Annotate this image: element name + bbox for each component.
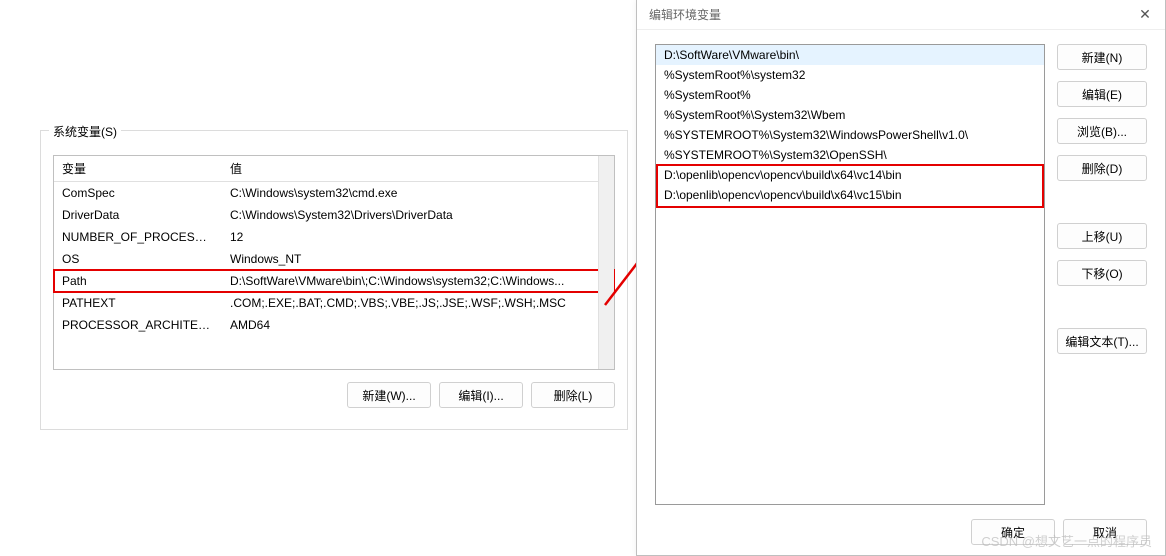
- table-row[interactable]: PATHEXT.COM;.EXE;.BAT;.CMD;.VBS;.VBE;.JS…: [54, 292, 614, 314]
- cell-value: C:\Windows\System32\Drivers\DriverData: [222, 206, 614, 224]
- list-item[interactable]: D:\openlib\opencv\opencv\build\x64\vc14\…: [656, 165, 1044, 185]
- ok-button[interactable]: 确定: [971, 519, 1055, 545]
- cell-value: 12: [222, 228, 614, 246]
- edit-path-button[interactable]: 编辑(E): [1057, 81, 1147, 107]
- list-item[interactable]: D:\SoftWare\VMware\bin\: [656, 45, 1044, 65]
- cell-variable: OS: [54, 250, 222, 268]
- list-item[interactable]: %SYSTEMROOT%\System32\WindowsPowerShell\…: [656, 125, 1044, 145]
- cell-value: D:\SoftWare\VMware\bin\;C:\Windows\syste…: [222, 272, 614, 290]
- variables-table[interactable]: 变量 值 ComSpecC:\Windows\system32\cmd.exeD…: [53, 155, 615, 370]
- table-row[interactable]: ComSpecC:\Windows\system32\cmd.exe: [54, 182, 614, 204]
- side-buttons: 新建(N) 编辑(E) 浏览(B)... 删除(D) 上移(U) 下移(O) 编…: [1057, 44, 1147, 505]
- cell-variable: NUMBER_OF_PROCESSORS: [54, 228, 222, 246]
- cell-value: .COM;.EXE;.BAT;.CMD;.VBS;.VBE;.JS;.JSE;.…: [222, 294, 614, 312]
- list-item[interactable]: %SystemRoot%: [656, 85, 1044, 105]
- close-icon[interactable]: ✕: [1131, 4, 1159, 26]
- cancel-button[interactable]: 取消: [1063, 519, 1147, 545]
- cell-value: Windows_NT: [222, 250, 614, 268]
- table-row[interactable]: PROCESSOR_ARCHITECT...AMD64: [54, 314, 614, 336]
- cell-variable: DriverData: [54, 206, 222, 224]
- cell-variable: ComSpec: [54, 184, 222, 202]
- new-button[interactable]: 新建(W)...: [347, 382, 431, 408]
- titlebar: 编辑环境变量 ✕: [637, 0, 1165, 30]
- cell-variable: Path: [54, 272, 222, 290]
- table-row[interactable]: NUMBER_OF_PROCESSORS12: [54, 226, 614, 248]
- vertical-scrollbar[interactable]: [598, 156, 614, 369]
- browse-button[interactable]: 浏览(B)...: [1057, 118, 1147, 144]
- cell-value: AMD64: [222, 316, 614, 334]
- group-title: 系统变量(S): [49, 123, 121, 140]
- edit-env-variable-dialog: 编辑环境变量 ✕ D:\SoftWare\VMware\bin\%SystemR…: [636, 0, 1166, 556]
- table-row[interactable]: OSWindows_NT: [54, 248, 614, 270]
- list-item[interactable]: %SystemRoot%\system32: [656, 65, 1044, 85]
- move-down-button[interactable]: 下移(O): [1057, 260, 1147, 286]
- delete-button[interactable]: 删除(L): [531, 382, 615, 408]
- table-header: 变量 值: [54, 156, 614, 182]
- edit-text-button[interactable]: 编辑文本(T)...: [1057, 328, 1147, 354]
- list-item[interactable]: D:\openlib\opencv\opencv\build\x64\vc15\…: [656, 185, 1044, 205]
- list-item[interactable]: %SYSTEMROOT%\System32\OpenSSH\: [656, 145, 1044, 165]
- cell-variable: PATHEXT: [54, 294, 222, 312]
- column-header-value[interactable]: 值: [222, 156, 614, 181]
- dialog-title: 编辑环境变量: [649, 6, 721, 23]
- edit-button[interactable]: 编辑(I)...: [439, 382, 523, 408]
- delete-path-button[interactable]: 删除(D): [1057, 155, 1147, 181]
- new-path-button[interactable]: 新建(N): [1057, 44, 1147, 70]
- system-variables-panel: 系统变量(S) 变量 值 ComSpecC:\Windows\system32\…: [40, 130, 628, 430]
- system-variables-group: 系统变量(S) 变量 值 ComSpecC:\Windows\system32\…: [40, 130, 628, 430]
- list-item[interactable]: %SystemRoot%\System32\Wbem: [656, 105, 1044, 125]
- move-up-button[interactable]: 上移(U): [1057, 223, 1147, 249]
- cell-value: C:\Windows\system32\cmd.exe: [222, 184, 614, 202]
- table-row[interactable]: DriverDataC:\Windows\System32\Drivers\Dr…: [54, 204, 614, 226]
- cell-variable: PROCESSOR_ARCHITECT...: [54, 316, 222, 334]
- table-row[interactable]: PathD:\SoftWare\VMware\bin\;C:\Windows\s…: [54, 270, 614, 292]
- column-header-variable[interactable]: 变量: [54, 156, 222, 181]
- path-values-list[interactable]: D:\SoftWare\VMware\bin\%SystemRoot%\syst…: [655, 44, 1045, 505]
